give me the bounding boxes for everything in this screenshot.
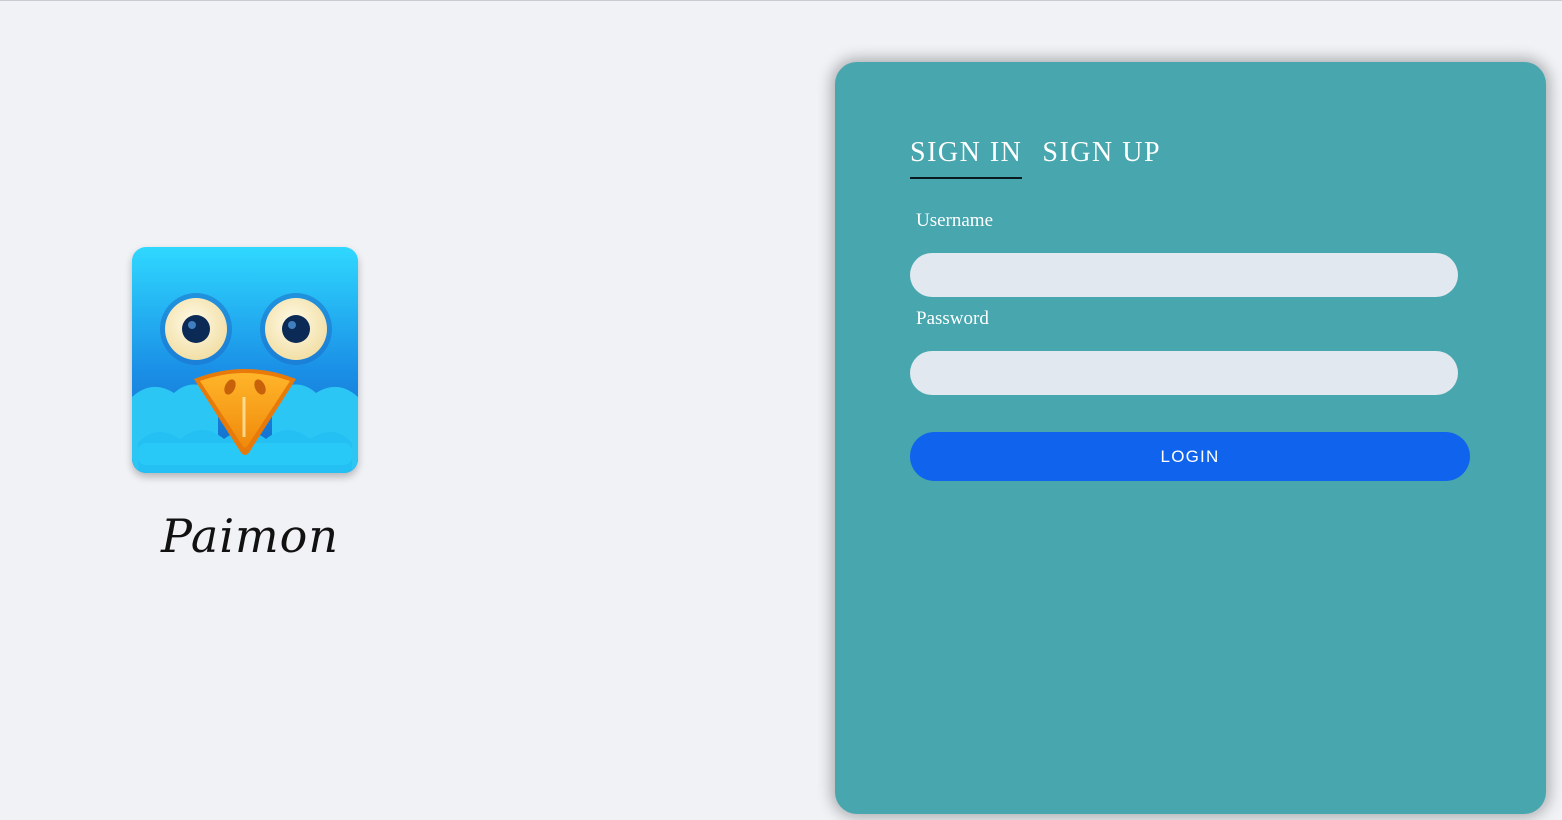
tab-sign-in[interactable]: SIGN IN bbox=[910, 135, 1023, 179]
password-label: Password bbox=[916, 308, 989, 329]
logo-area bbox=[128, 243, 362, 477]
tab-sign-up[interactable]: SIGN UP bbox=[1042, 135, 1161, 179]
owl-logo-icon bbox=[132, 247, 358, 473]
username-input[interactable] bbox=[910, 253, 1458, 297]
password-input[interactable] bbox=[910, 351, 1458, 395]
login-page: Paimon SIGN IN SIGN UP Username Password… bbox=[0, 0, 1562, 820]
login-button[interactable]: LOGIN bbox=[910, 432, 1470, 481]
username-label: Username bbox=[916, 210, 994, 231]
auth-card: SIGN IN SIGN UP Username Password LOGIN bbox=[835, 62, 1546, 814]
app-name: Paimon bbox=[161, 509, 339, 563]
auth-tabs: SIGN IN SIGN UP bbox=[910, 135, 1161, 179]
